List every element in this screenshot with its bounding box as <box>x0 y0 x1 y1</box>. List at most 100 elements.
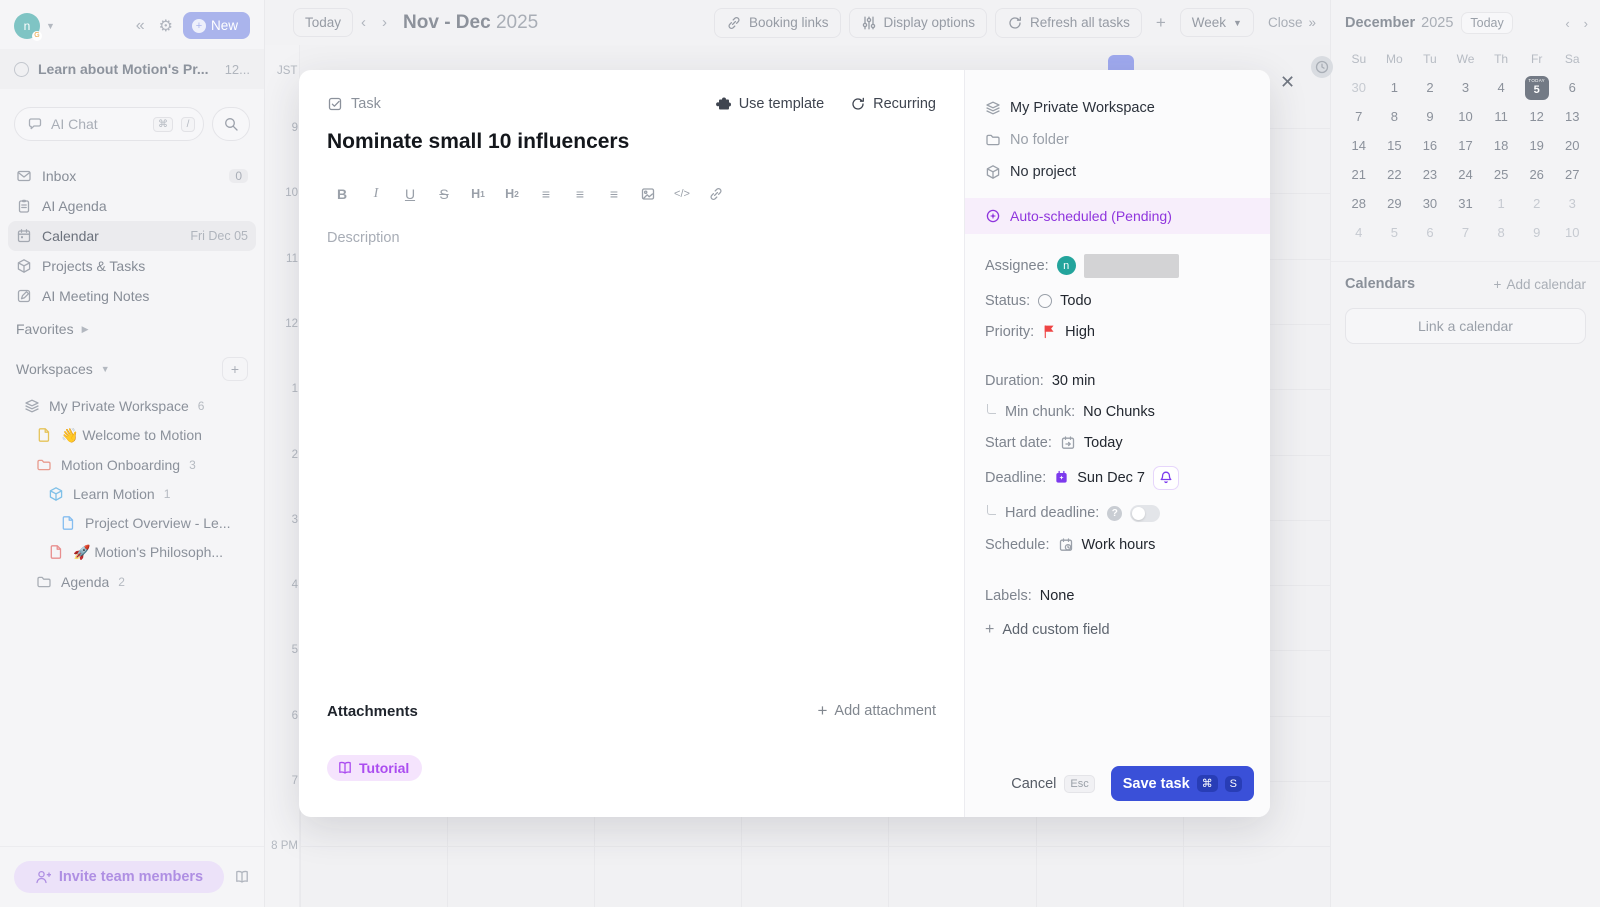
hard-deadline-row[interactable]: Hard deadline: ? <box>965 497 1270 529</box>
ai-chat-input[interactable]: AI Chat ⌘ / <box>14 107 204 141</box>
next-week-chevron-icon[interactable]: › <box>374 14 395 31</box>
tree-item-my-private-workspace[interactable]: My Private Workspace6 <box>8 391 256 420</box>
account-chevron-down-icon[interactable]: ▼ <box>46 21 55 31</box>
settings-gear-icon[interactable]: ⚙ <box>155 14 177 38</box>
sidebar-item-ai-meeting-notes[interactable]: AI Meeting Notes <box>8 281 256 311</box>
mini-cal-date[interactable]: 9 <box>1412 102 1448 131</box>
link-a-calendar-button[interactable]: Link a calendar <box>1345 308 1586 344</box>
add-custom-field-button[interactable]: + Add custom field <box>965 611 1270 649</box>
format-code-button[interactable]: </> <box>667 180 697 208</box>
mini-cal-date[interactable]: 4 <box>1341 218 1377 247</box>
recurring-button[interactable]: Recurring <box>850 96 936 112</box>
mini-cal-date[interactable]: 31 <box>1448 189 1484 218</box>
add-event-button[interactable]: + <box>1150 13 1172 33</box>
mini-cal-date[interactable]: 7 <box>1448 218 1484 247</box>
mini-cal-date[interactable]: 1 <box>1377 73 1413 102</box>
mini-cal-date[interactable]: 18 <box>1483 131 1519 160</box>
mini-cal-date[interactable]: 20 <box>1554 131 1590 160</box>
mini-cal-date[interactable]: 1 <box>1483 189 1519 218</box>
mini-cal-date[interactable]: 10 <box>1554 218 1590 247</box>
mini-cal-date[interactable]: 12 <box>1519 102 1555 131</box>
mini-cal-date[interactable]: 28 <box>1341 189 1377 218</box>
mini-cal-date[interactable]: 16 <box>1412 131 1448 160</box>
mini-cal-date[interactable]: 17 <box>1448 131 1484 160</box>
add-attachment-button[interactable]: + Add attachment <box>817 701 936 721</box>
priority-row[interactable]: Priority: High <box>965 316 1270 347</box>
view-mode-dropdown[interactable]: Week ▼ <box>1180 8 1254 37</box>
format-italic-button[interactable]: I <box>361 180 391 208</box>
mini-cal-date[interactable]: 30 <box>1412 189 1448 218</box>
assignee-row[interactable]: Assignee: n <box>965 246 1270 285</box>
modal-close-button[interactable]: ✕ <box>1280 72 1295 93</box>
tutorial-tag[interactable]: Tutorial <box>327 755 422 781</box>
mini-cal-date[interactable]: 19 <box>1519 131 1555 160</box>
auto-scheduled-row[interactable]: Auto-scheduled (Pending) <box>965 198 1270 234</box>
sidebar-item-inbox[interactable]: Inbox0 <box>8 161 256 191</box>
min-chunk-row[interactable]: Min chunk: No Chunks <box>965 396 1270 427</box>
use-template-button[interactable]: Use template <box>716 96 824 112</box>
mini-cal-next-chevron-icon[interactable]: › <box>1584 16 1588 31</box>
mini-cal-date[interactable]: 5 <box>1377 218 1413 247</box>
add-workspace-button[interactable]: + <box>222 357 248 381</box>
save-task-button[interactable]: Save task ⌘ S <box>1111 766 1254 801</box>
help-question-icon[interactable]: ? <box>1107 506 1122 521</box>
mini-cal-date[interactable]: 24 <box>1448 160 1484 189</box>
mini-cal-date[interactable]: 26 <box>1519 160 1555 189</box>
user-avatar[interactable]: n G <box>14 13 40 39</box>
mini-cal-date[interactable]: TODAY5 <box>1519 73 1555 102</box>
format-h1-button[interactable]: H1 <box>463 180 493 208</box>
workspace-selector[interactable]: My Private Workspace <box>965 92 1270 124</box>
mini-cal-date[interactable]: 3 <box>1448 73 1484 102</box>
status-row[interactable]: Status: Todo <box>965 285 1270 316</box>
search-button[interactable] <box>212 107 250 141</box>
sidebar-item-calendar[interactable]: CalendarFri Dec 05 <box>8 221 256 251</box>
format-underline-button[interactable]: U <box>395 180 425 208</box>
clock-button[interactable] <box>1311 56 1333 78</box>
refresh-all-tasks-button[interactable]: Refresh all tasks <box>995 8 1142 38</box>
prev-week-chevron-icon[interactable]: ‹ <box>353 14 374 31</box>
mini-cal-date[interactable]: 6 <box>1554 73 1590 102</box>
format-bullet-list-button[interactable]: ≡ <box>531 180 561 208</box>
mini-cal-date[interactable]: 8 <box>1377 102 1413 131</box>
folder-selector[interactable]: No folder <box>965 124 1270 156</box>
favorites-section[interactable]: Favorites ▶ <box>0 311 264 347</box>
deadline-reminder-button[interactable] <box>1153 466 1179 490</box>
deadline-row[interactable]: Deadline: Sun Dec 7 <box>965 458 1270 497</box>
mini-cal-date[interactable]: 15 <box>1377 131 1413 160</box>
mini-cal-prev-chevron-icon[interactable]: ‹ <box>1565 16 1569 31</box>
format-h2-button[interactable]: H2 <box>497 180 527 208</box>
task-type-selector[interactable]: Task <box>327 96 381 112</box>
close-panel-button[interactable]: Close » <box>1262 15 1316 30</box>
mini-cal-date[interactable]: 30 <box>1341 73 1377 102</box>
format-link-button[interactable] <box>701 180 731 208</box>
new-button[interactable]: + New <box>183 12 250 39</box>
mini-cal-date[interactable]: 2 <box>1412 73 1448 102</box>
mini-cal-date[interactable]: 4 <box>1483 73 1519 102</box>
workspaces-section[interactable]: Workspaces ▼ + <box>0 347 264 391</box>
hard-deadline-toggle[interactable] <box>1130 505 1160 522</box>
invite-team-members-button[interactable]: Invite team members <box>14 861 224 893</box>
mini-cal-date[interactable]: 11 <box>1483 102 1519 131</box>
schedule-row[interactable]: Schedule: Work hours <box>965 529 1270 560</box>
mini-cal-today-button[interactable]: Today <box>1461 12 1512 34</box>
cancel-button[interactable]: Cancel Esc <box>1011 775 1094 793</box>
sidebar-item-projects-tasks[interactable]: Projects & Tasks <box>8 251 256 281</box>
format-ordered-list-button[interactable]: ≡ <box>565 180 595 208</box>
mini-cal-date[interactable]: 14 <box>1341 131 1377 160</box>
mini-cal-date[interactable]: 22 <box>1377 160 1413 189</box>
help-book-icon[interactable] <box>234 869 250 885</box>
sidebar-item-ai-agenda[interactable]: AI Agenda <box>8 191 256 221</box>
mini-cal-date[interactable]: 8 <box>1483 218 1519 247</box>
tree-item-motion-onboarding[interactable]: Motion Onboarding3 <box>8 450 256 479</box>
today-button[interactable]: Today <box>293 8 353 37</box>
format-bold-button[interactable]: B <box>327 180 357 208</box>
format-strike-button[interactable]: S <box>429 180 459 208</box>
mini-cal-date[interactable]: 7 <box>1341 102 1377 131</box>
booking-links-button[interactable]: Booking links <box>714 8 841 38</box>
tree-item-agenda[interactable]: Agenda2 <box>8 567 256 596</box>
duration-row[interactable]: Duration: 30 min <box>965 365 1270 396</box>
collapse-sidebar-button[interactable]: « <box>132 15 149 37</box>
mini-cal-date[interactable]: 3 <box>1554 189 1590 218</box>
tree-item-learn-motion[interactable]: Learn Motion1 <box>8 479 256 508</box>
mini-cal-date[interactable]: 10 <box>1448 102 1484 131</box>
